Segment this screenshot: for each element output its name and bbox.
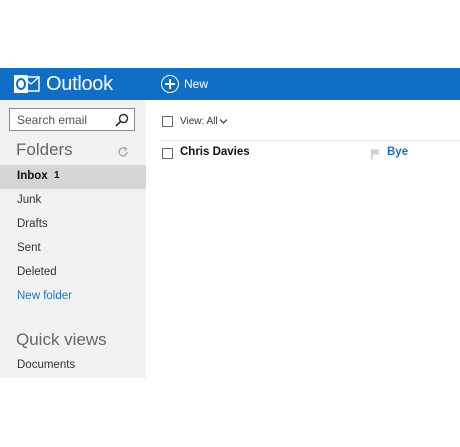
search-box[interactable]: Search email bbox=[9, 108, 135, 131]
sidebar-item-label: Sent bbox=[17, 242, 41, 254]
sidebar-item-label: Inbox bbox=[17, 170, 48, 182]
flag-icon[interactable] bbox=[370, 148, 382, 160]
sidebar-item-documents[interactable]: Documents bbox=[0, 354, 146, 378]
list-divider bbox=[160, 140, 460, 141]
new-folder-label: New folder bbox=[17, 290, 72, 302]
outlook-logo[interactable]: Outlook bbox=[14, 71, 113, 97]
sidebar-item-label: Drafts bbox=[17, 218, 48, 230]
message-row[interactable]: Chris Davies Bye bbox=[146, 144, 460, 164]
plus-circle-icon bbox=[161, 75, 179, 93]
sidebar-item-junk[interactable]: Junk bbox=[0, 189, 146, 213]
sidebar: Search email Folders Inbox 1 Junk Drafts… bbox=[0, 100, 146, 378]
new-button-label: New bbox=[184, 77, 209, 91]
sidebar-item-label: Deleted bbox=[17, 266, 57, 278]
chevron-down-icon[interactable] bbox=[219, 118, 228, 125]
new-folder-link[interactable]: New folder bbox=[0, 285, 146, 309]
message-checkbox[interactable] bbox=[162, 148, 173, 159]
outlook-logo-icon bbox=[14, 75, 40, 93]
outlook-window: Outlook New Search email Folders Inbox 1… bbox=[0, 68, 460, 378]
top-bar: Outlook New bbox=[0, 68, 460, 100]
sidebar-item-label: Documents bbox=[17, 359, 76, 371]
message-subject: Bye bbox=[387, 146, 409, 158]
refresh-icon[interactable] bbox=[116, 145, 130, 159]
app-name: Outlook bbox=[46, 72, 113, 95]
quick-views-heading: Quick views bbox=[16, 330, 107, 349]
sidebar-item-label: Junk bbox=[17, 194, 42, 206]
unread-count-badge: 1 bbox=[54, 170, 60, 181]
message-sender: Chris Davies bbox=[180, 146, 250, 158]
new-message-button[interactable]: New bbox=[161, 73, 208, 95]
message-list-header: View: All bbox=[146, 100, 460, 140]
search-input[interactable]: Search email bbox=[17, 113, 87, 127]
select-all-checkbox[interactable] bbox=[162, 116, 173, 127]
sidebar-item-inbox[interactable]: Inbox 1 bbox=[0, 165, 146, 189]
search-icon[interactable] bbox=[114, 112, 130, 128]
sidebar-item-sent[interactable]: Sent bbox=[0, 237, 146, 261]
folders-heading: Folders bbox=[16, 140, 73, 159]
view-filter-label[interactable]: View: All bbox=[180, 116, 218, 127]
sidebar-item-deleted[interactable]: Deleted bbox=[0, 261, 146, 285]
sidebar-item-drafts[interactable]: Drafts bbox=[0, 213, 146, 237]
